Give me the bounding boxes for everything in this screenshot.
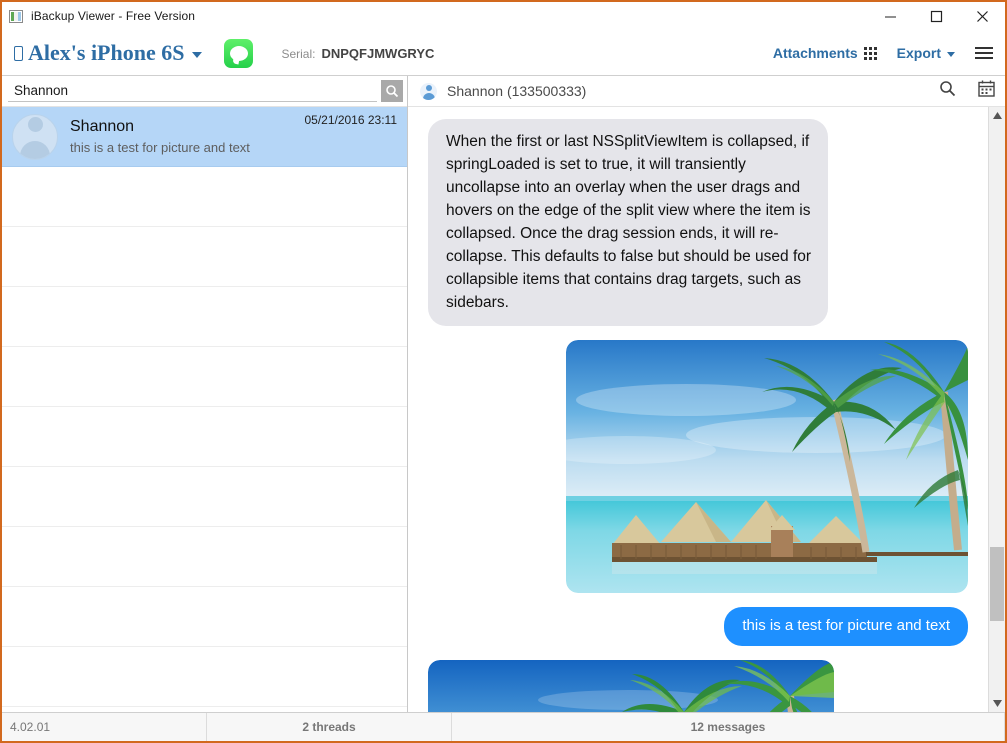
avatar <box>12 113 58 160</box>
thread-list[interactable]: Shannon this is a test for picture and t… <box>2 107 407 712</box>
calendar-icon[interactable] <box>978 80 995 102</box>
app-window-icon <box>9 9 23 23</box>
attachments-button[interactable]: Attachments <box>773 45 877 61</box>
thread-list-item-empty[interactable] <box>2 587 407 647</box>
application-window: iBackup Viewer - Free Version Alex's iPh… <box>0 0 1007 743</box>
status-messages-count: 12 messages <box>452 713 1005 741</box>
thread-list-item-empty[interactable] <box>2 407 407 467</box>
message-image-attachment[interactable] <box>428 660 834 712</box>
thread-list-item-empty[interactable] <box>2 227 407 287</box>
conversation-header: Shannon (133500333) <box>408 76 1005 107</box>
message-bubble-incoming: When the first or last NSSplitViewItem i… <box>422 119 828 326</box>
search-bar <box>2 76 407 107</box>
conversation-actions <box>939 80 995 102</box>
toolbar-actions: Attachments Export <box>773 45 993 61</box>
message-row <box>428 660 968 712</box>
speech-bubble-glyph <box>229 45 248 61</box>
device-name-label: Alex's iPhone 6S <box>28 40 185 65</box>
conversation-title: Shannon (133500333) <box>447 83 587 99</box>
thread-list-item-empty[interactable] <box>2 647 407 707</box>
close-button[interactable] <box>959 2 1005 31</box>
contact-person-icon <box>420 82 437 100</box>
chevron-down-icon <box>947 52 955 57</box>
thread-list-item-empty[interactable] <box>2 527 407 587</box>
title-bar: iBackup Viewer - Free Version <box>2 2 1005 31</box>
main-content: Shannon this is a test for picture and t… <box>2 76 1005 712</box>
thread-name: Shannon <box>70 117 135 135</box>
messages-area: When the first or last NSSplitViewItem i… <box>408 107 1005 712</box>
attachments-label: Attachments <box>772 45 858 61</box>
messages-app-icon[interactable] <box>224 38 254 68</box>
thread-list-item[interactable]: Shannon this is a test for picture and t… <box>2 107 407 167</box>
serial-value: DNPQFJMWGRYC <box>321 45 435 61</box>
message-row <box>428 340 968 593</box>
grid-icon <box>863 46 877 60</box>
thread-list-item-empty[interactable] <box>2 347 407 407</box>
palm-trees-photo <box>428 660 834 712</box>
device-toolbar: Alex's iPhone 6S Serial: DNPQFJMWGRYC At… <box>2 31 1005 76</box>
messages-scroll: When the first or last NSSplitViewItem i… <box>408 107 988 712</box>
message-row: this is a test for picture and text <box>428 607 974 646</box>
scroll-up-arrow[interactable] <box>989 107 1006 124</box>
message-bubble-outgoing: this is a test for picture and text <box>724 607 974 646</box>
minimize-button[interactable] <box>867 2 913 31</box>
search-button[interactable] <box>381 80 403 102</box>
thread-list-item-empty[interactable] <box>2 287 407 347</box>
status-version: 4.02.01 <box>2 713 207 741</box>
chevron-down-icon <box>192 52 203 58</box>
conversation-pane: Shannon (133500333) When the first or la… <box>408 76 1005 712</box>
thread-snippet: this is a test for picture and text <box>70 139 250 155</box>
thread-list-item-empty[interactable] <box>2 167 407 227</box>
serial-label: Serial: <box>281 46 316 61</box>
message-row: When the first or last NSSplitViewItem i… <box>422 119 968 326</box>
search-input[interactable] <box>8 80 377 102</box>
window-title: iBackup Viewer - Free Version <box>31 9 196 23</box>
device-selector[interactable]: Alex's iPhone 6S <box>14 40 203 66</box>
status-threads-count: 2 threads <box>207 713 452 741</box>
export-label: Export <box>896 45 941 61</box>
scrollbar-thumb[interactable] <box>990 546 1004 621</box>
hamburger-menu-icon[interactable] <box>975 45 993 61</box>
messages-scrollbar[interactable] <box>988 107 1005 712</box>
export-button[interactable]: Export <box>897 45 955 61</box>
search-icon[interactable] <box>939 80 956 102</box>
iphone-icon <box>14 45 23 61</box>
tropical-resort-photo <box>566 340 968 593</box>
serial-block: Serial: DNPQFJMWGRYC <box>281 46 434 61</box>
thread-list-item-empty[interactable] <box>2 467 407 527</box>
message-image-attachment[interactable] <box>566 340 968 593</box>
thread-date: 05/21/2016 23:11 <box>304 113 397 127</box>
threads-pane: Shannon this is a test for picture and t… <box>2 76 408 712</box>
scroll-down-arrow[interactable] <box>989 695 1006 712</box>
status-bar: 4.02.01 2 threads 12 messages <box>2 712 1005 741</box>
window-controls <box>867 2 1005 31</box>
maximize-button[interactable] <box>913 2 959 31</box>
